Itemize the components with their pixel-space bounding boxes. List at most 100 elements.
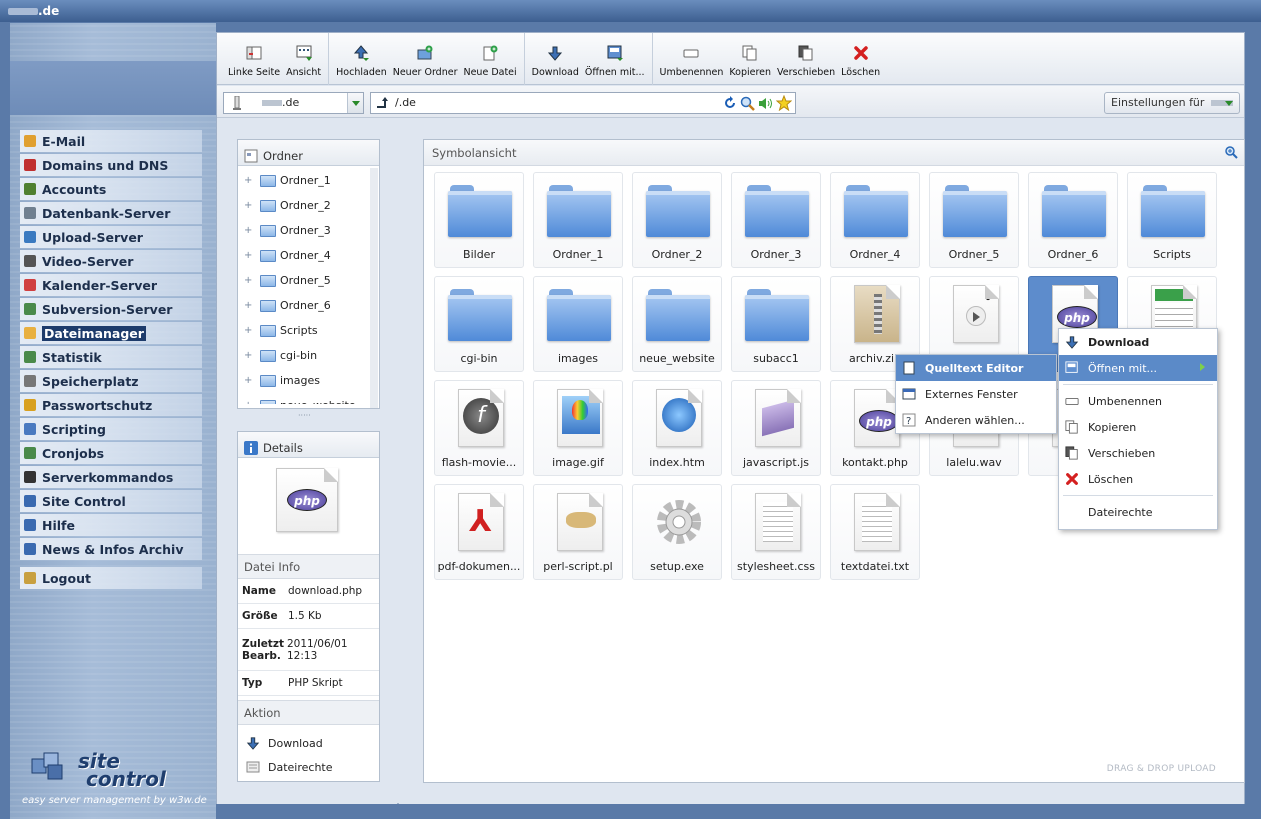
file-tile[interactable]: Ordner_6 — [1028, 172, 1118, 268]
download-button[interactable]: Download — [529, 33, 582, 78]
context-copy[interactable]: Kopieren — [1059, 414, 1217, 440]
tree-item[interactable]: + Ordner_1 — [238, 168, 379, 193]
nav-item-upload-server[interactable]: Upload-Server — [20, 226, 202, 248]
nav-item-serverkommandos[interactable]: Serverkommandos — [20, 466, 202, 488]
resize-grip-icon[interactable]: ····· — [298, 411, 311, 420]
star-icon[interactable] — [776, 95, 792, 111]
nav-item-e-mail[interactable]: E-Mail — [20, 130, 202, 152]
delete-button[interactable]: Löschen — [838, 33, 883, 78]
file-tile[interactable]: Bilder — [434, 172, 524, 268]
move-button[interactable]: Verschieben — [774, 33, 838, 78]
context-delete[interactable]: Löschen — [1059, 466, 1217, 492]
file-tile[interactable]: images — [533, 276, 623, 372]
file-tile[interactable]: subacc1 — [731, 276, 821, 372]
expand-plus-icon[interactable]: + — [244, 400, 260, 404]
submenu-external-window[interactable]: Externes Fenster — [896, 381, 1056, 407]
open-with-button[interactable]: Öffnen mit... — [582, 33, 648, 78]
redacted-text — [262, 100, 282, 106]
file-tile[interactable]: textdatei.txt — [830, 484, 920, 580]
expand-plus-icon[interactable]: + — [244, 250, 260, 261]
tree-item[interactable]: + Ordner_3 — [238, 218, 379, 243]
nav-item-label: Accounts — [42, 181, 107, 197]
new-file-button[interactable]: Neue Datei — [460, 33, 519, 78]
context-open-with[interactable]: Öffnen mit... — [1059, 355, 1217, 381]
tree-item[interactable]: + Ordner_4 — [238, 243, 379, 268]
new-folder-button[interactable]: Neuer Ordner — [390, 33, 461, 78]
tree-item[interactable]: + Ordner_6 — [238, 293, 379, 318]
file-name: Ordner_6 — [1047, 248, 1099, 261]
file-tile[interactable]: ⅄ pdf-dokumen... — [434, 484, 524, 580]
expand-plus-icon[interactable]: + — [244, 225, 260, 236]
expand-plus-icon[interactable]: + — [244, 350, 260, 361]
expand-plus-icon[interactable]: + — [244, 200, 260, 211]
chevron-down-icon[interactable] — [347, 93, 363, 113]
file-tile[interactable]: Ordner_3 — [731, 172, 821, 268]
file-tile[interactable]: setup.exe — [632, 484, 722, 580]
path-input[interactable]: /.de — [370, 92, 796, 114]
file-tile[interactable]: Ordner_5 — [929, 172, 1019, 268]
action-permissions[interactable]: Dateirechte — [238, 755, 379, 779]
nav-item-cronjobs[interactable]: Cronjobs — [20, 442, 202, 464]
file-tile[interactable]: javascript.js — [731, 380, 821, 476]
file-tile[interactable]: cgi-bin — [434, 276, 524, 372]
download-label: Download — [531, 67, 579, 78]
nav-item-kalender-server[interactable]: Kalender-Server — [20, 274, 202, 296]
left-pane-button[interactable]: Linke Seite — [225, 33, 283, 78]
nav-item-datenbank-server[interactable]: Datenbank-Server — [20, 202, 202, 224]
nav-item-hilfe[interactable]: Hilfe — [20, 514, 202, 536]
file-tile[interactable]: Ordner_2 — [632, 172, 722, 268]
nav-item-logout[interactable]: Logout — [20, 567, 202, 589]
nav-item-speicherplatz[interactable]: Speicherplatz — [20, 370, 202, 392]
context-move[interactable]: Verschieben — [1059, 440, 1217, 466]
tree-item[interactable]: + cgi-bin — [238, 343, 379, 368]
tree-item[interactable]: + Scripts — [238, 318, 379, 343]
nav-item-site-control[interactable]: Site Control — [20, 490, 202, 512]
nav-item-news-infos-archiv[interactable]: News & Infos Archiv — [20, 538, 202, 560]
action-download[interactable]: Download — [238, 731, 379, 755]
nav-item-domains-und-dns[interactable]: Domains und DNS — [20, 154, 202, 176]
file-tile[interactable]: Ordner_1 — [533, 172, 623, 268]
nav-item-video-server[interactable]: Video-Server — [20, 250, 202, 272]
upload-button[interactable]: Hochladen — [333, 33, 390, 78]
view-button[interactable]: Ansicht — [283, 33, 324, 78]
domain-select[interactable]: .de — [223, 92, 364, 114]
expand-plus-icon[interactable]: + — [244, 275, 260, 286]
tree-item[interactable]: + Ordner_2 — [238, 193, 379, 218]
search-icon[interactable] — [740, 96, 755, 111]
context-permissions[interactable]: Dateirechte — [1059, 499, 1217, 525]
refresh-icon[interactable] — [723, 96, 737, 110]
file-tile[interactable]: perl-script.pl — [533, 484, 623, 580]
path-up-icon[interactable] — [375, 97, 389, 109]
tree-item[interactable]: + images — [238, 368, 379, 393]
nav-item-subversion-server[interactable]: Subversion-Server — [20, 298, 202, 320]
tree-item[interactable]: + neue_website — [238, 393, 379, 404]
nav-item-scripting[interactable]: Scripting — [20, 418, 202, 440]
file-tile[interactable]: neue_website — [632, 276, 722, 372]
open-with-icon — [1065, 361, 1078, 373]
expand-plus-icon[interactable]: + — [244, 375, 260, 386]
file-tile[interactable]: Scripts — [1127, 172, 1217, 268]
expand-plus-icon[interactable]: + — [244, 300, 260, 311]
tree-scrollbar[interactable] — [370, 168, 378, 408]
tree-item[interactable]: + Ordner_5 — [238, 268, 379, 293]
speaker-icon[interactable] — [758, 96, 773, 111]
submenu-source-editor[interactable]: Quelltext Editor — [896, 355, 1056, 381]
submenu-choose-other[interactable]: ? Anderen wählen... — [896, 407, 1056, 433]
copy-button[interactable]: Kopieren — [726, 33, 774, 78]
file-tile[interactable]: Ordner_4 — [830, 172, 920, 268]
nav-item-passwortschutz[interactable]: Passwortschutz — [20, 394, 202, 416]
file-tile[interactable]: image.gif — [533, 380, 623, 476]
file-tile[interactable]: index.htm — [632, 380, 722, 476]
nav-item-dateimanager[interactable]: Dateimanager — [20, 322, 202, 344]
file-tile[interactable]: f flash-movie... — [434, 380, 524, 476]
nav-item-statistik[interactable]: Statistik — [20, 346, 202, 368]
zoom-icon[interactable] — [1224, 145, 1238, 159]
expand-plus-icon[interactable]: + — [244, 175, 260, 186]
nav-item-accounts[interactable]: Accounts — [20, 178, 202, 200]
rename-button[interactable]: Umbenennen — [657, 33, 727, 78]
settings-dropdown[interactable]: Einstellungen für — [1104, 92, 1240, 114]
context-download[interactable]: Download — [1059, 329, 1217, 355]
context-rename[interactable]: Umbenennen — [1059, 388, 1217, 414]
file-tile[interactable]: stylesheet.css — [731, 484, 821, 580]
expand-plus-icon[interactable]: + — [244, 325, 260, 336]
